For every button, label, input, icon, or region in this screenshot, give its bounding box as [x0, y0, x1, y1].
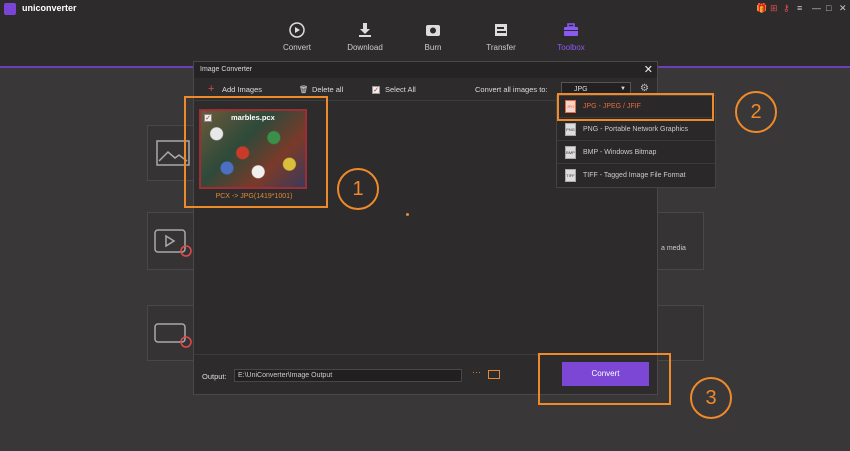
add-images-button[interactable]: Add Images	[222, 85, 262, 94]
toolbox-card-label: a media	[661, 245, 686, 252]
cart-icon[interactable]: ⊞	[770, 3, 778, 14]
delete-all-button[interactable]: Delete all	[312, 85, 343, 94]
image-filename: marbles.pcx	[231, 113, 275, 122]
app-name: uniconverter	[22, 3, 77, 13]
maximize-icon[interactable]: □	[826, 3, 831, 14]
select-all-checkbox[interactable]: ✓	[372, 86, 380, 94]
key-icon[interactable]: ⚷	[783, 3, 790, 14]
nav-transfer-label: Transfer	[486, 43, 516, 52]
minimize-icon[interactable]: —	[812, 3, 821, 14]
dialog-close-icon[interactable]: ✕	[644, 62, 653, 78]
format-dropdown-value: JPG	[574, 86, 588, 93]
conversion-caption: PCX -> JPG(1419*1001)	[215, 193, 293, 200]
output-path-field[interactable]: E:\UniConverter\Image Output	[234, 369, 462, 382]
app-logo-icon	[4, 3, 16, 15]
dialog-title: Image Converter	[194, 62, 657, 78]
bmp-file-icon: BMP	[565, 146, 576, 159]
convert-all-label: Convert all images to:	[475, 85, 548, 94]
disc-icon	[426, 25, 440, 36]
video-info-icon	[154, 229, 192, 257]
convert-icon	[289, 22, 305, 38]
nav-convert-label: Convert	[282, 43, 311, 52]
browse-more-button[interactable]: ···	[472, 367, 481, 377]
add-icon[interactable]: +	[208, 83, 214, 95]
output-label: Output:	[202, 372, 227, 381]
close-window-icon[interactable]: ✕	[839, 3, 847, 14]
nav-burn-label: Burn	[424, 43, 442, 52]
tiff-file-icon: TIFF	[565, 169, 576, 182]
menu-icon[interactable]: ≡	[797, 3, 802, 14]
trash-icon[interactable]: 🗑	[299, 85, 309, 94]
png-file-icon: PNG	[565, 123, 576, 136]
format-option-png[interactable]: PNG PNG - Portable Network Graphics	[557, 119, 715, 141]
callout-3: 3	[690, 377, 732, 419]
transfer-icon	[495, 24, 507, 36]
format-option-label: BMP - Windows Bitmap	[583, 149, 657, 156]
format-option-tiff[interactable]: TIFF TIFF - Tagged Image File Format	[557, 165, 715, 187]
format-option-bmp[interactable]: BMP BMP - Windows Bitmap	[557, 142, 715, 164]
image-thumbnail[interactable]: ✓ marbles.pcx	[199, 109, 307, 189]
format-option-label: TIFF - Tagged Image File Format	[583, 172, 686, 179]
title-bar: uniconverter 🎁 ⊞ ⚷ ≡ — □ ✕	[0, 0, 850, 18]
image-checkbox[interactable]: ✓	[204, 114, 212, 122]
vr-icon	[154, 323, 192, 348]
download-icon	[359, 23, 371, 37]
nav-toolbox-label: Toolbox	[557, 43, 585, 52]
toolbox-icon	[564, 23, 578, 36]
convert-button[interactable]: Convert	[562, 362, 649, 386]
gift-icon[interactable]: 🎁	[756, 3, 767, 14]
open-folder-icon[interactable]	[488, 370, 500, 379]
select-all-label[interactable]: Select All	[385, 85, 416, 94]
callout-2: 2	[735, 91, 777, 133]
center-dot	[406, 213, 409, 216]
format-option-label: PNG - Portable Network Graphics	[583, 126, 689, 133]
format-highlight-box	[557, 93, 714, 121]
callout-1: 1	[337, 168, 379, 210]
nav-download-label: Download	[347, 43, 383, 52]
